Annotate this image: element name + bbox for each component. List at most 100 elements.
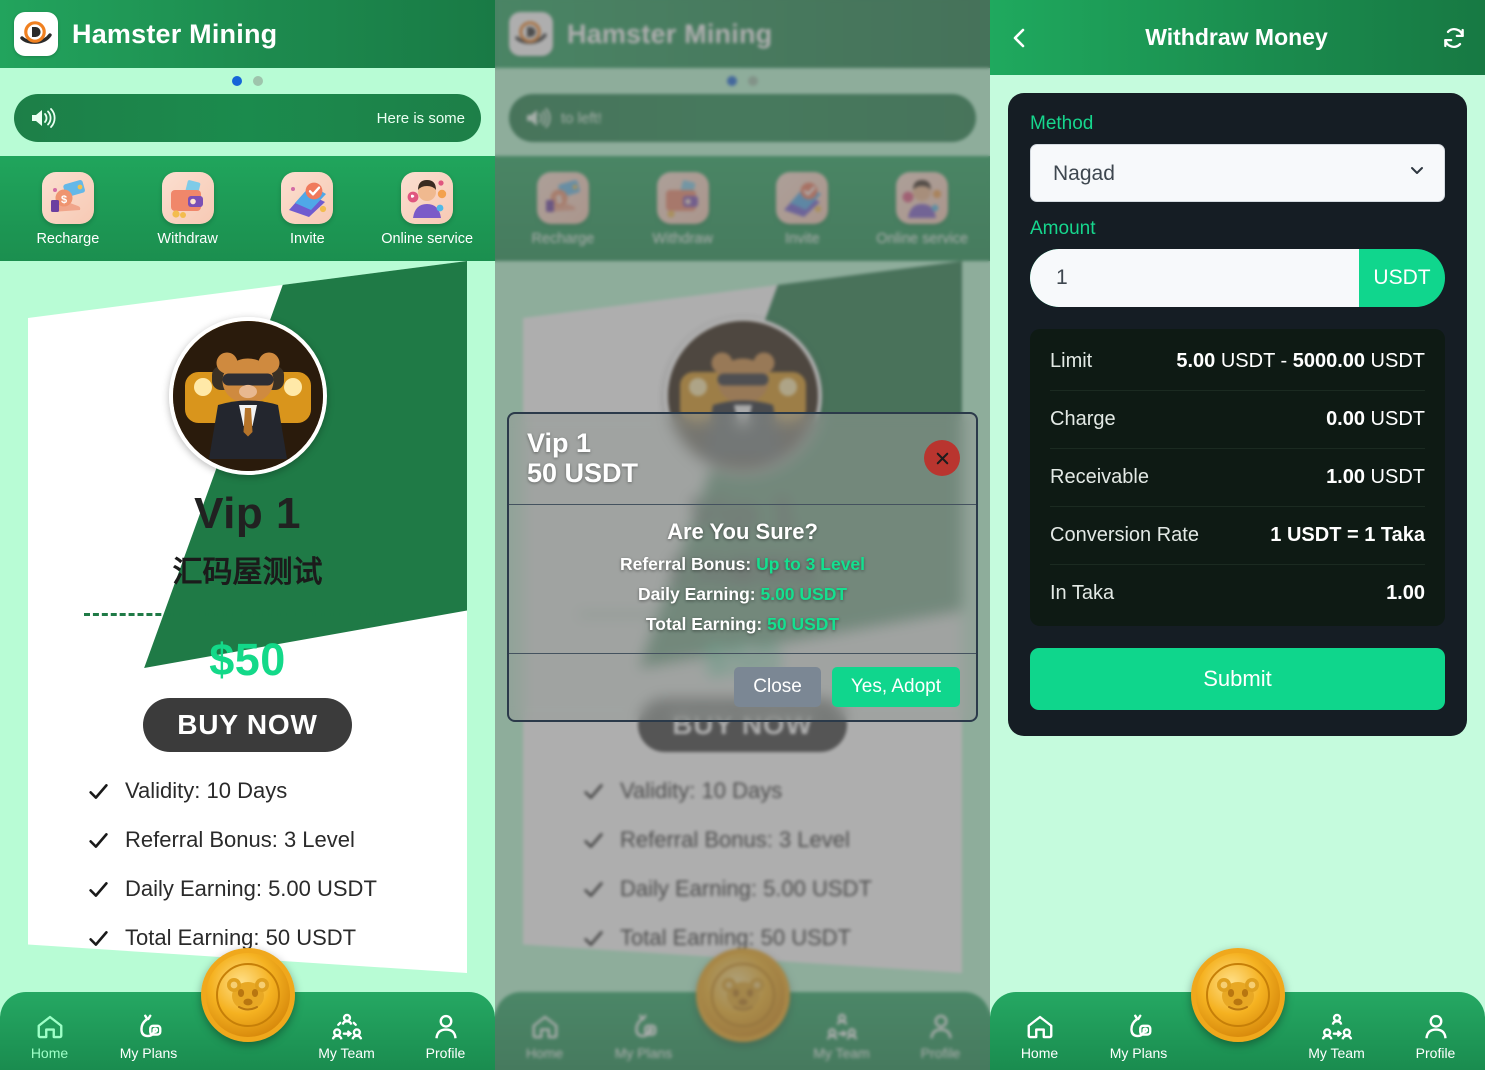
amount-label: Amount [1030,218,1096,239]
dialog-row-value: 50 USDT [767,614,840,635]
dialog-header: Vip 1 50 USDT [509,414,976,506]
amount-input-group: USDT [1030,249,1445,307]
invite-envelope-icon [281,172,334,224]
close-x-icon[interactable] [924,440,960,476]
team-icon [331,1013,362,1040]
person-icon [434,1014,457,1039]
buy-now-button[interactable]: BUY NOW [143,698,352,752]
support-agent-icon [401,172,454,224]
carousel-dot-1[interactable] [232,76,242,86]
chevron-left-icon[interactable] [1008,25,1032,51]
feature-text: Daily Earning: 5.00 USDT [125,876,377,901]
app-title: Hamster Mining [72,18,278,49]
nav-label: My Plans [1109,1045,1168,1061]
dialog-row-key: Daily Earning: [637,584,756,605]
three-panel-screenshot: Hamster Mining Here is some $ Recharge W… [0,0,1485,1070]
feature-text: Referral Bonus: 3 Level [125,827,355,852]
team-icon [1321,1013,1352,1040]
dialog-plan-amount: 50 USDT [527,458,639,489]
list-item: Daily Earning: 5.00 USDT [88,876,441,902]
quick-action-label: Withdraw [157,231,218,247]
bottom-nav: Home My Plans My Team Profile [0,948,495,1070]
carousel-dot-2[interactable] [253,76,263,86]
notice-text: Here is some [376,109,465,127]
currency-suffix: USDT [1373,266,1431,289]
info-value: 0.00 USDT [1326,408,1425,430]
yes-adopt-button[interactable]: Yes, Adopt [831,667,960,708]
dialog-body: Are You Sure? Referral Bonus: Up to 3 Le… [509,505,976,655]
nav-label: Home [1020,1045,1059,1061]
wallet-withdraw-icon [161,172,214,224]
sidebar-item-my-plans[interactable]: My Plans [1089,1012,1188,1061]
check-icon [89,930,108,946]
info-key: In Taka [1050,582,1115,604]
quick-action-label: Recharge [36,231,100,247]
home-icon [37,1015,62,1039]
panel-home: Hamster Mining Here is some $ Recharge W… [0,0,495,1070]
quick-action-invite[interactable]: Invite [252,172,362,247]
withdraw-header: Withdraw Money [990,0,1485,75]
info-value: 1.00 USDT [1326,466,1425,488]
brand-d-logo-icon [14,12,58,56]
dialog-row: Total Earning: 50 USDT [527,614,958,635]
withdraw-form: Method Nagad Amount USDT Limit 5.00 USDT… [1008,93,1467,736]
close-button[interactable]: Close [734,667,821,708]
plan-subtitle: 汇码屋测试 [172,556,323,589]
confirm-dialog: Vip 1 50 USDT Are You Sure? Referral Bon… [507,412,978,723]
bottom-nav: Home My Plans My Team Profile [990,948,1485,1070]
method-select[interactable]: Nagad [1030,144,1445,202]
info-value: 1 USDT = 1 Taka [1270,524,1425,546]
plan-area: Vip 1 汇码屋测试 $50 BUY NOW Validity: 10 Day… [0,261,495,973]
dialog-row-value: 5.00 USDT [760,584,848,605]
nav-label: My Plans [119,1045,178,1061]
sidebar-item-my-team[interactable]: My Team [1287,1012,1386,1061]
method-select-wrap: Nagad [1030,144,1445,202]
dialog-row-key: Referral Bonus: [619,554,752,575]
submit-button[interactable]: Submit [1030,648,1445,710]
quick-action-recharge[interactable]: $ Recharge [13,172,123,247]
amount-input[interactable] [1030,249,1359,307]
notice-bar[interactable]: Here is some [14,94,481,142]
carousel-dots[interactable] [0,68,495,94]
hamster-avatar-icon [168,317,327,475]
dialog-heading: Are You Sure? [667,519,818,545]
sidebar-item-home[interactable]: Home [0,1012,99,1061]
panel-withdraw: Withdraw Money Method Nagad Amount 1 USD… [990,0,1485,1070]
refresh-icon[interactable] [1441,25,1467,51]
nav-label: Profile [1415,1045,1456,1061]
info-value: 5.00 USDT - 5000.00 USDT [1176,350,1425,372]
quick-actions: $ Recharge Withdraw Invite Online servic… [0,156,495,261]
method-label: Method [1030,113,1094,134]
info-value: 1.00 [1386,582,1425,604]
plan-features: Validity: 10 Days Referral Bonus: 3 Leve… [54,778,441,951]
dialog-footer: Close Yes, Adopt [509,654,976,720]
page-title: Withdraw Money [1145,24,1328,50]
dialog-row-value: Up to 3 Level [756,554,866,575]
sidebar-item-my-team[interactable]: My Team [297,1012,396,1061]
plan-price: $50 [209,634,286,685]
hamster-coin-icon[interactable] [1190,948,1285,1042]
quick-action-label: Online service [381,231,474,247]
info-key: Charge [1050,408,1116,430]
nav-label: Profile [425,1045,466,1061]
money-bag-icon [1129,1014,1151,1038]
quick-action-online-service[interactable]: Online service [372,172,482,247]
money-bag-icon [139,1014,161,1038]
check-icon [89,832,108,848]
recharge-money-icon: $ [41,172,94,224]
hamster-coin-icon[interactable] [200,948,295,1042]
sidebar-item-profile[interactable]: Profile [396,1012,495,1061]
info-key: Receivable [1050,466,1149,488]
sidebar-item-profile[interactable]: Profile [1386,1012,1485,1061]
feature-text: Total Earning: 50 USDT [125,925,357,950]
list-item: Validity: 10 Days [88,778,441,804]
quick-action-withdraw[interactable]: Withdraw [133,172,243,247]
check-icon [89,783,108,799]
plan-name: Vip 1 [194,489,301,538]
sidebar-item-my-plans[interactable]: My Plans [99,1012,198,1061]
panel-confirm-modal: Hamster Mining to left! [495,0,990,1070]
table-row: Charge 0.00 USDT [1050,391,1425,449]
dialog-row: Referral Bonus: Up to 3 Level [527,554,958,575]
sidebar-item-home[interactable]: Home [990,1012,1089,1061]
table-row: Receivable 1.00 USDT [1050,449,1425,507]
